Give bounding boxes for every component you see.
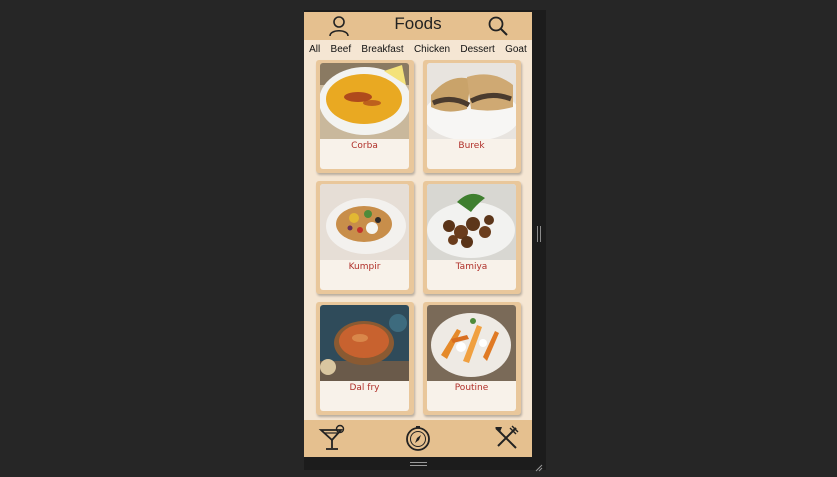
- utensils-icon[interactable]: [492, 424, 520, 457]
- food-image-burek: [427, 63, 516, 139]
- food-card-inner: Burek: [427, 63, 516, 169]
- food-card-inner: Poutine: [427, 305, 516, 411]
- category-tabs: All Beef Breakfast Chicken Dessert Goat: [304, 41, 532, 57]
- food-card-corba[interactable]: Corba: [316, 60, 414, 173]
- food-card-burek[interactable]: Burek: [423, 60, 521, 173]
- food-image-tamiya: [427, 184, 516, 260]
- food-card-poutine[interactable]: Poutine: [423, 302, 521, 415]
- top-bar: Foods: [304, 12, 532, 40]
- tab-beef[interactable]: Beef: [331, 44, 352, 55]
- food-image-corba: [320, 63, 409, 139]
- food-card-kumpir[interactable]: Kumpir: [316, 181, 414, 294]
- food-label: Kumpir: [348, 262, 381, 272]
- tab-goat[interactable]: Goat: [505, 44, 527, 55]
- food-card-inner: Corba: [320, 63, 409, 169]
- tab-dessert[interactable]: Dessert: [460, 44, 494, 55]
- food-label: Dal fry: [349, 383, 380, 393]
- cocktail-icon[interactable]: [318, 424, 346, 457]
- food-card-tamiya[interactable]: Tamiya: [423, 181, 521, 294]
- tab-chicken[interactable]: Chicken: [414, 44, 450, 55]
- food-label: Burek: [458, 141, 485, 151]
- food-image-dal-fry: [320, 305, 409, 381]
- search-icon[interactable]: [487, 15, 509, 42]
- gesture-bar[interactable]: [410, 462, 427, 466]
- food-card-inner: Dal fry: [320, 305, 409, 411]
- tab-breakfast[interactable]: Breakfast: [361, 44, 403, 55]
- resize-grip-icon[interactable]: [535, 459, 543, 477]
- app-screen: Foods All Beef Breakfast Chicken Dessert…: [304, 12, 532, 457]
- food-card-dal-fry[interactable]: Dal fry: [316, 302, 414, 415]
- tab-all[interactable]: All: [309, 44, 320, 55]
- window-resize-handle[interactable]: [537, 226, 541, 242]
- food-label: Tamiya: [455, 262, 488, 272]
- compass-icon[interactable]: [404, 424, 432, 457]
- food-label: Corba: [351, 141, 378, 151]
- food-card-inner: Tamiya: [427, 184, 516, 290]
- food-image-poutine: [427, 305, 516, 381]
- food-label: Poutine: [454, 383, 489, 393]
- food-image-kumpir: [320, 184, 409, 260]
- bottom-nav: [304, 420, 532, 457]
- food-card-inner: Kumpir: [320, 184, 409, 290]
